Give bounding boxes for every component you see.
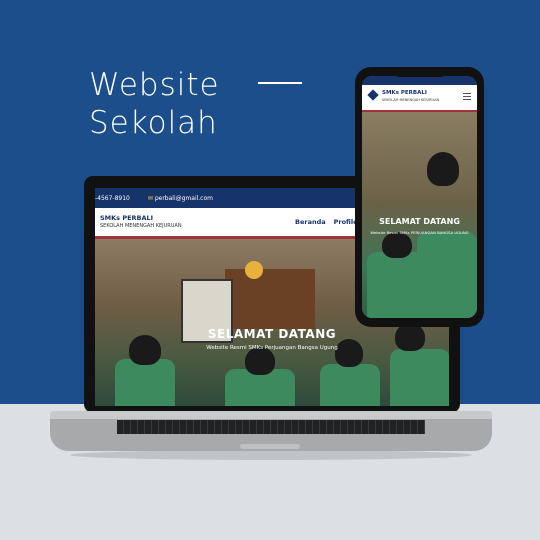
email-info: ✉ perbali@gmail.com xyxy=(148,195,213,202)
laptop-notch xyxy=(240,444,300,449)
phone-website-screen: SMKs PERBALI SEKOLAH MENENGAH KEJURUAN S… xyxy=(362,76,477,318)
hero-title: SELAMAT DATANG xyxy=(207,327,337,341)
headline: Website Sekolah xyxy=(89,66,220,142)
hero-student-head xyxy=(335,339,363,367)
hero-student xyxy=(320,364,380,406)
phone-hero-student-head xyxy=(427,152,459,186)
site-subtitle: SEKOLAH MENENGAH KEJURUAN xyxy=(100,223,182,229)
hero-cabinet xyxy=(225,269,315,329)
phone-status-bar xyxy=(362,76,477,85)
phone-hero-student-head xyxy=(382,232,412,258)
phone-number: -4567-8910 xyxy=(95,194,130,202)
hero-student-head xyxy=(245,347,275,375)
phone-navbar: SMKs PERBALI SEKOLAH MENENGAH KEJURUAN xyxy=(362,85,477,112)
phone-notch xyxy=(394,69,446,77)
hero-student xyxy=(115,359,175,406)
phone-site-subtitle: SEKOLAH MENENGAH KEJURUAN xyxy=(382,98,440,102)
decorative-dash xyxy=(258,82,302,84)
laptop-keyboard xyxy=(117,420,425,434)
phone-site-brand[interactable]: SMKs PERBALI xyxy=(382,90,427,96)
hero-description: Website Resmi SMKs Perjuangan Bangsa Ugu… xyxy=(206,345,338,351)
hero-student xyxy=(390,349,449,406)
phone-hero-student xyxy=(417,232,477,318)
hamburger-menu-icon[interactable] xyxy=(463,93,471,100)
laptop-deck xyxy=(50,411,492,419)
headline-line-2: Sekolah xyxy=(89,105,218,141)
headline-line-1: Website xyxy=(89,67,220,103)
laptop-shadow xyxy=(70,450,472,460)
school-logo-icon[interactable] xyxy=(367,89,379,101)
nav-item-beranda[interactable]: Beranda xyxy=(295,218,326,226)
email-text: perbali@gmail.com xyxy=(154,194,213,202)
mail-icon: ✉ xyxy=(147,194,153,202)
phone-hero-banner: SELAMAT DATANG Website Resmi SMKs PERJUA… xyxy=(362,112,477,318)
phone-hero-title: SELAMAT DATANG xyxy=(379,217,460,226)
hero-ball xyxy=(245,261,263,279)
site-brand[interactable]: SMKs PERBALI xyxy=(100,214,153,222)
phone-hero-description: Website Resmi SMKs PERJUANGAN BANGSA UGU… xyxy=(370,230,469,235)
